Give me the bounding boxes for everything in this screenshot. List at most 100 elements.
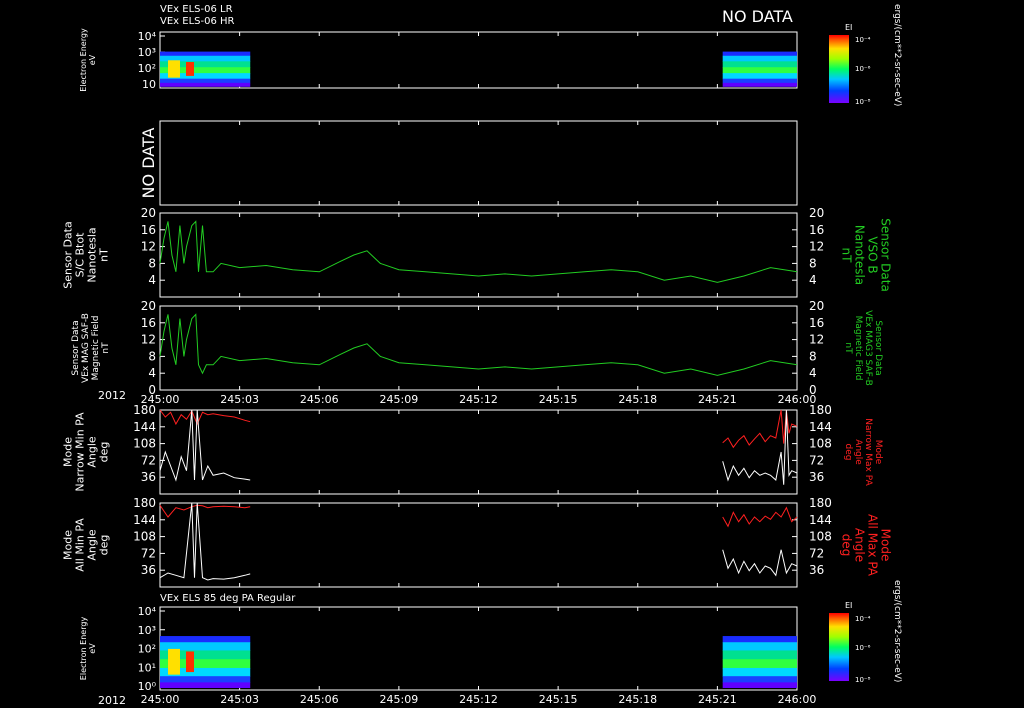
- colorbar-tick: 10⁻⁸: [855, 676, 871, 684]
- spectrogram-band: [722, 682, 797, 689]
- axis-label-line: VEx MAG SAF-B: [81, 313, 91, 383]
- chart-figure: VEx ELS-06 LR VEx ELS-06 HR NO DATA 10⁴ 1…: [62, 4, 902, 707]
- x-tick-label: 245:15: [539, 393, 578, 406]
- y-tick-label-right: 180: [809, 403, 832, 417]
- colorbar-tick: 10⁻⁴: [855, 615, 871, 623]
- y-tick-label: 10¹: [138, 661, 156, 674]
- y-axis-label: Electron Energy eV: [79, 617, 97, 681]
- y-tick-label: 10²: [138, 643, 156, 656]
- y-tick-label-right: 108: [809, 437, 832, 451]
- y-tick-label: 16: [141, 316, 156, 330]
- bottom-header: VEx ELS 85 deg PA Regular: [160, 593, 296, 604]
- y-tick-label-right: 144: [809, 513, 832, 527]
- y-tick-label: 10⁴: [138, 30, 157, 43]
- header-line-1: VEx ELS-06 LR: [160, 4, 233, 15]
- axis-label-line: Mode: [879, 529, 893, 562]
- series-line: [159, 409, 251, 426]
- x-tick-label: 245:06: [300, 693, 339, 706]
- y-tick-label: 10⁰: [138, 680, 157, 693]
- y-tick-label: 10: [142, 78, 156, 91]
- spectrogram-hotspot: [168, 60, 180, 78]
- y-tick-label-right: 180: [809, 496, 832, 510]
- y-tick-label-right: 72: [809, 546, 824, 560]
- axis-label-line: VSO B: [866, 236, 880, 273]
- x-tick-label: 245:03: [220, 693, 259, 706]
- y-tick-label: 10²: [138, 62, 156, 75]
- series-line: [159, 313, 798, 376]
- spectrogram-band: [160, 51, 251, 57]
- y-tick-label: 180: [133, 496, 156, 510]
- axis-label-line: nT: [840, 248, 854, 264]
- colorbar-tick: 10⁻⁶: [855, 65, 871, 73]
- x-tick-label: 245:21: [698, 393, 737, 406]
- axis-label-line: Sensor Data: [873, 320, 883, 375]
- x-tick-label: 245:06: [300, 393, 339, 406]
- spectrogram-band: [722, 676, 797, 683]
- spectrogram-band: [722, 650, 797, 660]
- y-tick-label-right: 8: [809, 256, 817, 270]
- y-tick-label-right: 16: [809, 316, 824, 330]
- y-tick-label: 4: [148, 366, 156, 380]
- header-line-2: VEx ELS-06 HR: [160, 16, 235, 27]
- axis-label-line: Electron Energy: [79, 617, 88, 681]
- y-tick-label: 8: [148, 256, 156, 270]
- spectrogram-hotspot: [186, 651, 194, 673]
- spectrogram-band: [722, 73, 797, 80]
- axis-label-line: Sensor Data: [71, 320, 81, 375]
- x-tick-label: 246:00: [778, 693, 817, 706]
- y-tick-label: 12: [141, 240, 156, 254]
- y-tick-label-right: 108: [809, 530, 832, 544]
- y-axis-label-right: Sensor DataVEx MAG3 SAF-BMagnetic Fieldn…: [843, 310, 883, 386]
- spectrogram-band: [722, 78, 797, 84]
- axis-label-line: Magnetic Field: [91, 316, 101, 381]
- axis-label-line: eV: [88, 54, 97, 65]
- x-tick-label: 245:12: [459, 393, 498, 406]
- axis-label-line: Narrow Max PA: [863, 418, 873, 486]
- series-line: [159, 502, 251, 581]
- series-line: [159, 220, 798, 283]
- panel-frame: [159, 606, 798, 691]
- y-axis-label-left: ModeNarrow Min PA Angle deg: [62, 412, 111, 492]
- colorbar-units: ergs/(cm**2-sr-sec-eV): [892, 580, 902, 682]
- panel-frame: [159, 502, 798, 588]
- y-tick-label: 10³: [138, 46, 156, 59]
- y-tick-label: 72: [141, 453, 156, 467]
- axis-label-line: Angle: [853, 439, 863, 465]
- y-tick-label-right: 36: [809, 470, 824, 484]
- axis-label-line: nT: [843, 342, 853, 354]
- axis-label-line: eV: [88, 643, 97, 654]
- y-tick-label-right: 36: [809, 563, 824, 577]
- colorbar-tick: 10⁻⁶: [855, 644, 871, 652]
- colorbar-units: ergs/(cm**2-sr-sec-eV): [892, 4, 902, 106]
- panel-frame: [159, 409, 798, 495]
- y-tick-label-right: 4: [809, 273, 817, 287]
- spectrogram-band: [722, 61, 797, 68]
- x-tick-label: 245:18: [618, 693, 657, 706]
- y-tick-label: 36: [141, 470, 156, 484]
- series-line: [159, 409, 251, 482]
- series-line: [159, 504, 251, 518]
- y-tick-label-right: 72: [809, 453, 824, 467]
- panel-frame: [159, 120, 798, 206]
- no-data-top: NO DATA: [722, 7, 793, 26]
- colorbar-swatch: [829, 35, 849, 103]
- x-tick-label: 245:00: [141, 693, 180, 706]
- y-tick-label-right: 8: [809, 349, 817, 363]
- y-tick-label-right: 16: [809, 223, 824, 237]
- y-tick-label: 16: [141, 223, 156, 237]
- y-tick-label: 180: [133, 403, 156, 417]
- y-tick-label: 72: [141, 546, 156, 560]
- x-tick-label: 245:21: [698, 693, 737, 706]
- y-tick-label: 10⁴: [138, 605, 157, 618]
- spectrogram-band: [722, 659, 797, 669]
- panel-frame: [159, 305, 798, 391]
- y-tick-label: 36: [141, 563, 156, 577]
- y-tick-label: 4: [148, 273, 156, 287]
- axis-label-line: nT: [101, 342, 111, 354]
- x-tick-label: 245:18: [618, 393, 657, 406]
- axis-label-line: Mode: [873, 440, 883, 465]
- axis-label-line: Sensor Data: [879, 218, 893, 292]
- axis-label-line: deg: [843, 444, 853, 461]
- axis-label-line: All Max PA: [866, 514, 880, 577]
- spectrogram-band: [722, 82, 797, 87]
